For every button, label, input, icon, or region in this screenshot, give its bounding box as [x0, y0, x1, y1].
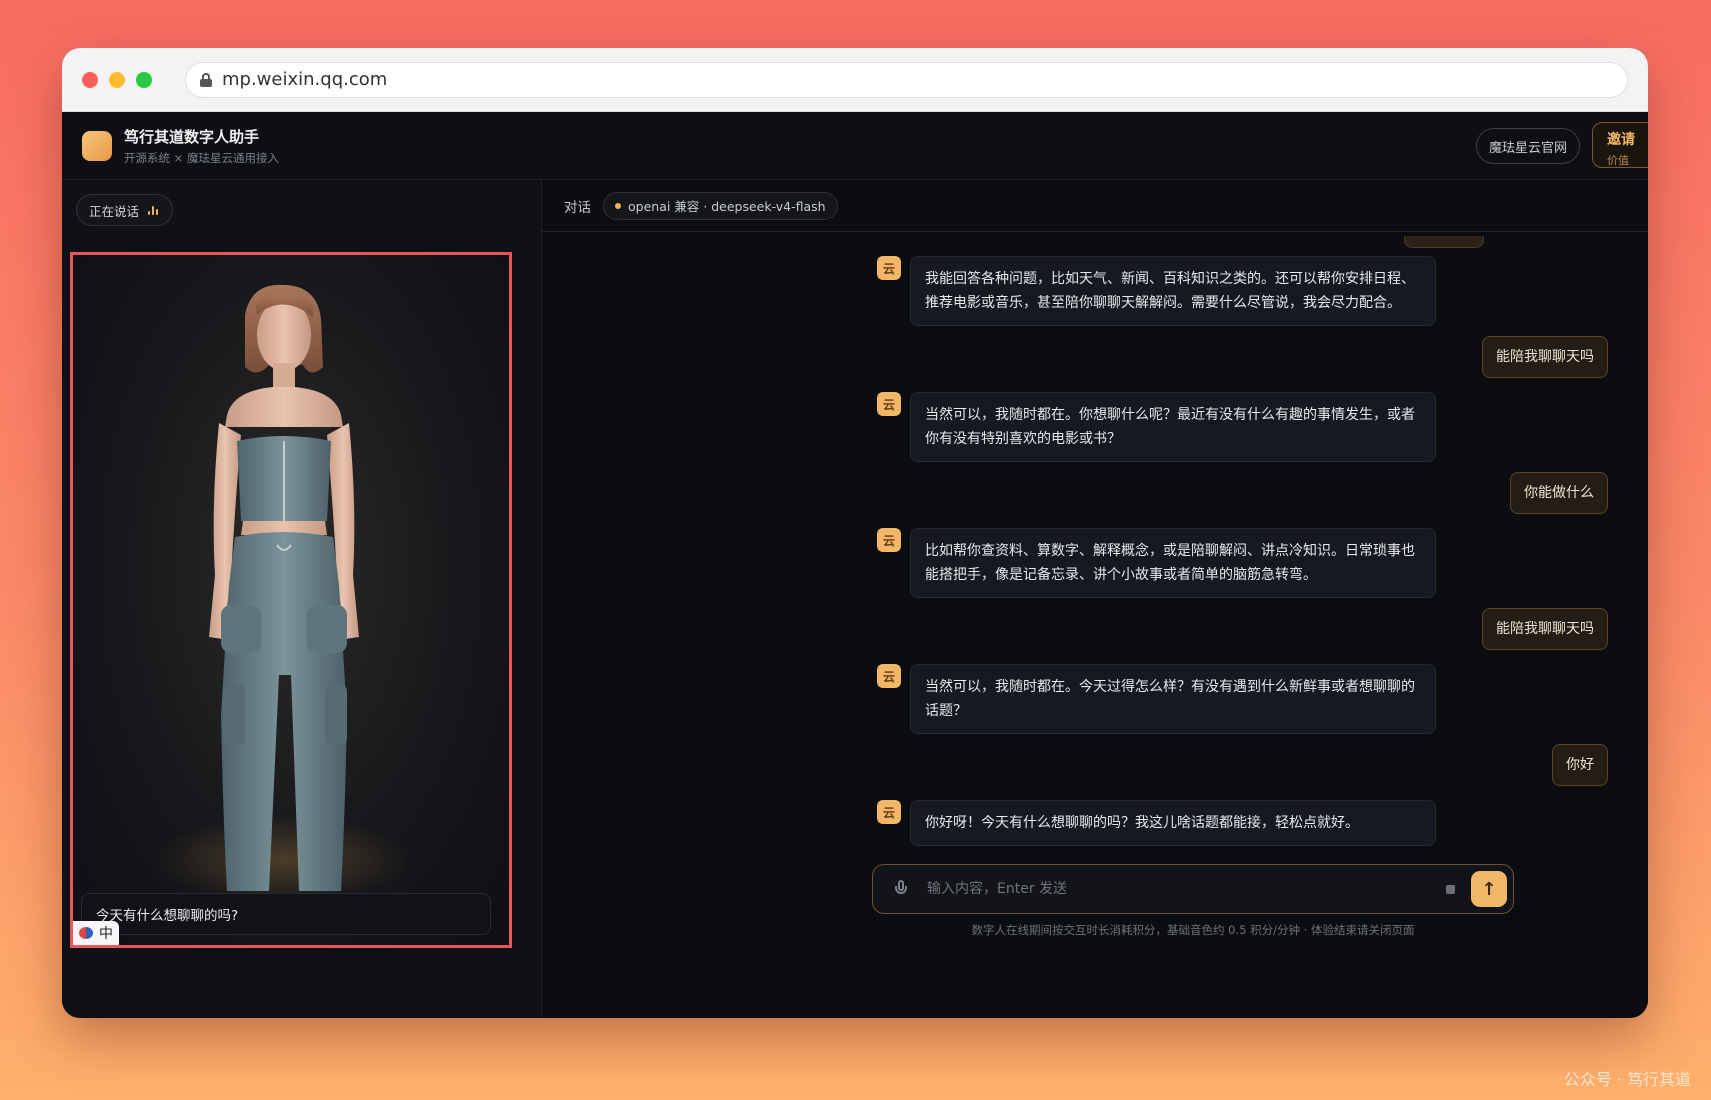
- browser-window: mp.weixin.qq.com 笃行其道数字人助手 开源系统 × 魔珐星云通用…: [62, 48, 1648, 1018]
- microphone-icon[interactable]: [883, 871, 919, 907]
- browser-chrome: mp.weixin.qq.com: [62, 48, 1648, 112]
- previous-message-edge: [1404, 236, 1484, 248]
- speaking-status-label: 正在说话: [89, 203, 140, 219]
- assistant-avatar: 云: [877, 392, 901, 416]
- user-message: 能陪我聊聊天吗: [1482, 608, 1608, 650]
- model-name: openai 兼容 · deepseek-v4-flash: [628, 199, 826, 214]
- digital-human-avatar: [209, 284, 359, 891]
- assistant-avatar: 云: [877, 256, 901, 280]
- tab-dialogue[interactable]: 对话: [564, 196, 591, 216]
- app-logo: [82, 130, 112, 161]
- chat-input[interactable]: [919, 871, 1446, 907]
- assistant-message: 我能回答各种问题，比如天气、新闻、百科知识之类的。还可以帮你安排日程、推荐电影或…: [910, 256, 1436, 326]
- chat-tabbar: 对话 openai 兼容 · deepseek-v4-flash: [542, 180, 1648, 232]
- assistant-message: 你好呀！今天有什么想聊聊的吗？我这儿啥话题都能接，轻松点就好。: [910, 800, 1436, 846]
- speaking-status-badge: 正在说话: [76, 194, 174, 226]
- ime-language-label: 中: [99, 926, 113, 942]
- ime-flag-icon: [79, 927, 93, 939]
- address-text: mp.weixin.qq.com: [222, 69, 388, 90]
- sound-wave-icon: [148, 205, 160, 215]
- usage-footnote: 数字人在线期间按交互时长消耗积分，基础音色约 0.5 积分/分钟 · 体验结束请…: [971, 923, 1415, 937]
- assistant-avatar: 云: [877, 800, 901, 824]
- ime-indicator[interactable]: 中: [73, 921, 119, 945]
- avatar-panel: 正在说话 今天有什么想聊聊的吗? 中: [62, 180, 542, 1018]
- subtitle-caption: 今天有什么想聊聊的吗?: [81, 893, 491, 935]
- model-selector[interactable]: openai 兼容 · deepseek-v4-flash: [603, 191, 838, 220]
- invite-label: 邀请: [1607, 132, 1635, 148]
- user-message: 能陪我聊聊天吗: [1482, 336, 1608, 378]
- assistant-avatar: 云: [877, 664, 901, 688]
- close-window-button[interactable]: [82, 71, 98, 88]
- minimize-window-button[interactable]: [109, 71, 125, 88]
- watermark: 公众号 · 笃行其道: [1563, 1070, 1691, 1089]
- chat-composer: ↑: [872, 864, 1514, 914]
- invite-value-label: 价值: [1607, 154, 1629, 167]
- digital-human-stage[interactable]: 今天有什么想聊聊的吗? 中: [70, 252, 512, 948]
- brand: 笃行其道数字人助手 开源系统 × 魔珐星云通用接入: [124, 126, 279, 166]
- assistant-message: 当然可以，我随时都在。今天过得怎么样？有没有遇到什么新鲜事或者想聊聊的话题？: [910, 664, 1436, 734]
- assistant-message: 当然可以，我随时都在。你想聊什么呢？最近有没有什么有趣的事情发生，或者你有没有特…: [910, 392, 1436, 462]
- maximize-window-button[interactable]: [136, 71, 152, 88]
- app-header: 笃行其道数字人助手 开源系统 × 魔珐星云通用接入 魔珐星云官网 邀请 价值: [62, 112, 1648, 180]
- assistant-avatar: 云: [877, 528, 901, 552]
- app-title: 笃行其道数字人助手: [124, 127, 260, 146]
- official-site-button[interactable]: 魔珐星云官网: [1475, 128, 1580, 164]
- chat-panel: 对话 openai 兼容 · deepseek-v4-flash 云我能回答各种…: [542, 180, 1648, 1018]
- stop-icon[interactable]: [1446, 884, 1455, 894]
- send-button[interactable]: ↑: [1471, 871, 1507, 907]
- model-status-dot: [615, 202, 621, 209]
- assistant-message: 比如帮你查资料、算数字、解释概念，或是陪聊解闷、讲点冷知识。日常琐事也能搭把手，…: [910, 528, 1436, 598]
- invite-button[interactable]: 邀请 价值: [1592, 122, 1648, 168]
- address-bar[interactable]: mp.weixin.qq.com: [185, 61, 1628, 98]
- lock-icon: [200, 72, 212, 87]
- user-message: 你能做什么: [1510, 472, 1608, 514]
- user-message: 你好: [1552, 744, 1608, 786]
- app-subtitle: 开源系统 × 魔珐星云通用接入: [124, 150, 279, 165]
